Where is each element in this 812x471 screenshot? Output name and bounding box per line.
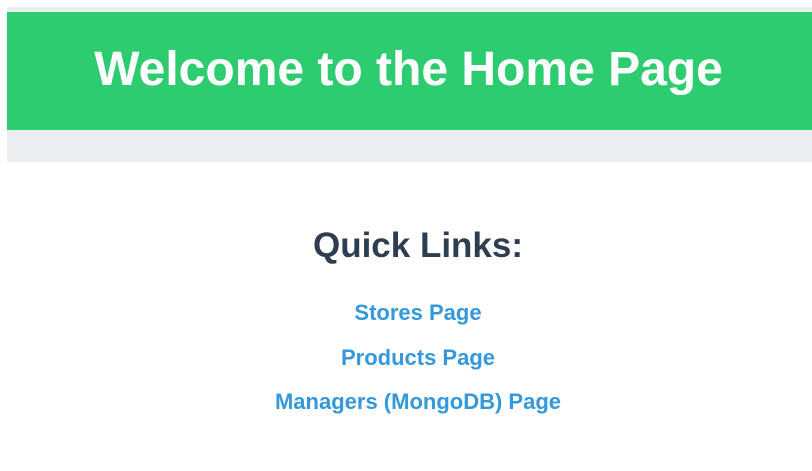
list-item: Managers (MongoDB) Page	[7, 386, 812, 431]
left-edge	[0, 0, 7, 162]
top-edge	[0, 0, 812, 7]
page-header: Welcome to the Home Page	[7, 12, 812, 130]
stores-page-link[interactable]: Stores Page	[354, 300, 481, 325]
page: Welcome to the Home Page Quick Links: St…	[0, 0, 812, 471]
list-item: Products Page	[7, 342, 812, 387]
list-item: Stores Page	[7, 297, 812, 342]
quick-links-heading: Quick Links:	[312, 226, 524, 265]
page-title: Welcome to the Home Page	[94, 43, 723, 96]
quick-links-list: Stores Page Products Page Managers (Mong…	[7, 297, 812, 431]
managers-page-link[interactable]: Managers (MongoDB) Page	[275, 389, 561, 414]
products-page-link[interactable]: Products Page	[341, 345, 495, 370]
